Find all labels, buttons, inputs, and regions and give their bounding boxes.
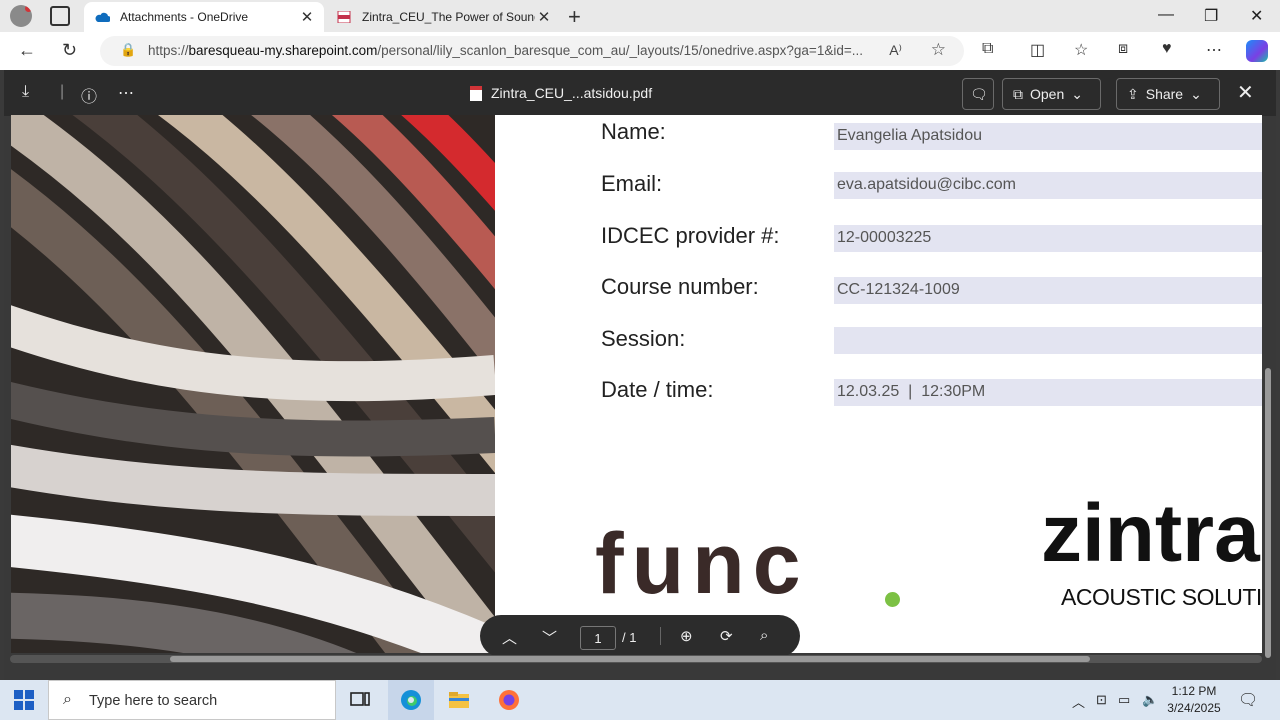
- lock-icon[interactable]: 🔒: [120, 42, 136, 58]
- scrollbar-thumb[interactable]: [170, 656, 1090, 662]
- chevron-down-icon: ⌄: [1190, 85, 1202, 102]
- pdf-icon: [337, 11, 351, 23]
- system-clock[interactable]: 1:12 PM 3/24/2025: [1166, 683, 1222, 717]
- minimize-icon[interactable]: —: [1158, 6, 1174, 24]
- search-icon: ⌕: [63, 691, 72, 708]
- vertical-scrollbar[interactable]: [1265, 368, 1271, 658]
- session-label: Session:: [601, 326, 686, 351]
- email-label: Email:: [601, 171, 663, 196]
- course-number-field[interactable]: CC-121324-1009: [834, 277, 1262, 304]
- tab-actions-icon[interactable]: [50, 6, 70, 26]
- close-tab-icon[interactable]: ✕: [298, 8, 316, 26]
- page-navigation: ︿ ﹀ 1 / 1 ⊕ ⟳ ⌕: [480, 615, 800, 657]
- restore-icon[interactable]: ❐: [1204, 6, 1218, 26]
- share-label: Share: [1145, 86, 1184, 102]
- date-time-field[interactable]: 12.03.25 | 12:30PM: [834, 379, 1262, 406]
- course-number-label: Course number:: [601, 274, 759, 299]
- taskbar-search[interactable]: ⌕ Type here to search: [48, 680, 336, 720]
- file-explorer-icon[interactable]: [447, 688, 471, 712]
- browser-essentials-icon[interactable]: ♥: [1162, 40, 1172, 58]
- favorites-icon[interactable]: ☆: [1074, 40, 1088, 60]
- extensions-icon[interactable]: ⧉: [982, 40, 993, 58]
- zintra-logo: zintra: [1041, 488, 1260, 579]
- file-name: Zintra_CEU_...atsidou.pdf: [470, 85, 652, 101]
- horizontal-scrollbar[interactable]: [10, 655, 1262, 663]
- close-viewer-icon[interactable]: ✕: [1237, 80, 1254, 105]
- session-field[interactable]: [834, 327, 1262, 354]
- email-field[interactable]: eva.apatsidou@cibc.com: [834, 172, 1262, 199]
- show-hidden-icons[interactable]: ︿: [1072, 692, 1085, 711]
- chevron-down-icon: ⌄: [1071, 85, 1083, 102]
- idcec-provider-field[interactable]: 12-00003225: [834, 225, 1262, 252]
- split-screen-icon[interactable]: ◫: [1030, 40, 1045, 60]
- search-placeholder: Type here to search: [89, 693, 218, 709]
- rotate-icon[interactable]: ⟳: [720, 627, 733, 645]
- clock-time: 1:12 PM: [1171, 684, 1217, 698]
- network-icon[interactable]: ▭: [1118, 692, 1130, 708]
- name-label: Name:: [601, 119, 666, 144]
- info-icon[interactable]: ⓘ: [81, 83, 97, 107]
- previous-page-icon[interactable]: ︿: [502, 627, 517, 648]
- read-aloud-icon[interactable]: A⁾: [889, 42, 902, 59]
- open-external-icon: ⧉: [1013, 85, 1023, 102]
- next-page-icon[interactable]: ﹀: [542, 627, 557, 648]
- viewer-toolbar: ⤓ | ⓘ ⋯ Zintra_CEU_...atsidou.pdf 🗨 ⧉ Ope…: [4, 70, 1276, 116]
- search-icon[interactable]: ⌕: [760, 627, 768, 644]
- notification-icon[interactable]: 🗨: [1238, 690, 1258, 710]
- edge-browser-icon[interactable]: [399, 688, 423, 712]
- download-icon[interactable]: ⤓: [22, 83, 29, 101]
- pdf-file-icon: [470, 85, 482, 101]
- open-button[interactable]: ⧉ Open ⌄: [1002, 78, 1101, 110]
- close-tab-icon[interactable]: ✕: [535, 8, 553, 26]
- copilot-icon[interactable]: [1246, 40, 1268, 62]
- comment-icon: 🗨: [970, 85, 988, 102]
- collections-icon[interactable]: ⧈: [1118, 40, 1128, 58]
- firefox-icon[interactable]: [497, 688, 521, 712]
- profile-avatar-icon[interactable]: [10, 5, 32, 27]
- device-icon[interactable]: ⊡: [1096, 692, 1107, 708]
- navigation-bar: ← ↻ 🔒 https://baresqueau-my.sharepoint.c…: [0, 32, 1280, 70]
- name-field[interactable]: Evangelia Apatsidou: [834, 123, 1262, 150]
- back-icon[interactable]: ←: [18, 40, 36, 61]
- tab-title: Zintra_CEU_The Power of Sound_: [362, 10, 535, 24]
- refresh-icon[interactable]: ↻: [62, 40, 77, 61]
- acoustic-panel-photo: [11, 115, 495, 653]
- tab-zintra-pdf[interactable]: Zintra_CEU_The Power of Sound_ ✕: [326, 2, 561, 32]
- more-menu-icon[interactable]: ⋯: [1206, 40, 1222, 60]
- taskbar: ⌕ Type here to search ︿ ⊡ ▭ 🔈 1:12 PM 3/…: [0, 680, 1280, 720]
- url-text: https://baresqueau-my.sharepoint.com/per…: [148, 43, 863, 58]
- page-total: / 1: [622, 630, 637, 645]
- more-options-icon[interactable]: ⋯: [118, 83, 134, 103]
- page-number-input[interactable]: 1: [580, 626, 616, 650]
- tab-onedrive[interactable]: Attachments - OneDrive ✕: [84, 2, 324, 32]
- pdf-page: Name: Evangelia Apatsidou Email: eva.apa…: [11, 115, 1262, 653]
- share-button[interactable]: ⇪ Share ⌄: [1116, 78, 1220, 110]
- open-label: Open: [1030, 86, 1065, 102]
- idcec-provider-label: IDCEC provider #:: [601, 223, 780, 248]
- browser-tab-strip: Attachments - OneDrive ✕ Zintra_CEU_The …: [0, 0, 1280, 32]
- task-view-icon[interactable]: [348, 688, 372, 712]
- comments-button[interactable]: 🗨: [962, 78, 994, 110]
- onedrive-cloud-icon: [95, 12, 110, 22]
- volume-icon[interactable]: 🔈: [1142, 692, 1158, 708]
- zintra-tagline: ACOUSTIC SOLUTIONS: [1061, 584, 1262, 610]
- func-logo-dot: [885, 592, 900, 607]
- tab-title: Attachments - OneDrive: [120, 10, 249, 24]
- pager-divider: [660, 627, 661, 645]
- func-logo: func: [595, 516, 809, 612]
- new-tab-icon[interactable]: +: [568, 4, 581, 30]
- windows-start-icon[interactable]: [14, 690, 34, 710]
- address-bar[interactable]: 🔒 https://baresqueau-my.sharepoint.com/p…: [100, 36, 964, 66]
- toolbar-divider: |: [60, 83, 65, 100]
- share-icon: ⇪: [1127, 85, 1139, 102]
- close-window-icon[interactable]: ✕: [1250, 6, 1263, 26]
- date-time-label: Date / time:: [601, 377, 714, 402]
- clock-date: 3/24/2025: [1167, 701, 1221, 715]
- zoom-in-icon[interactable]: ⊕: [680, 627, 693, 645]
- file-name-label: Zintra_CEU_...atsidou.pdf: [491, 85, 653, 101]
- anyrun-watermark: ANY.RUN: [1040, 608, 1250, 657]
- favorite-star-icon[interactable]: ☆: [931, 40, 946, 60]
